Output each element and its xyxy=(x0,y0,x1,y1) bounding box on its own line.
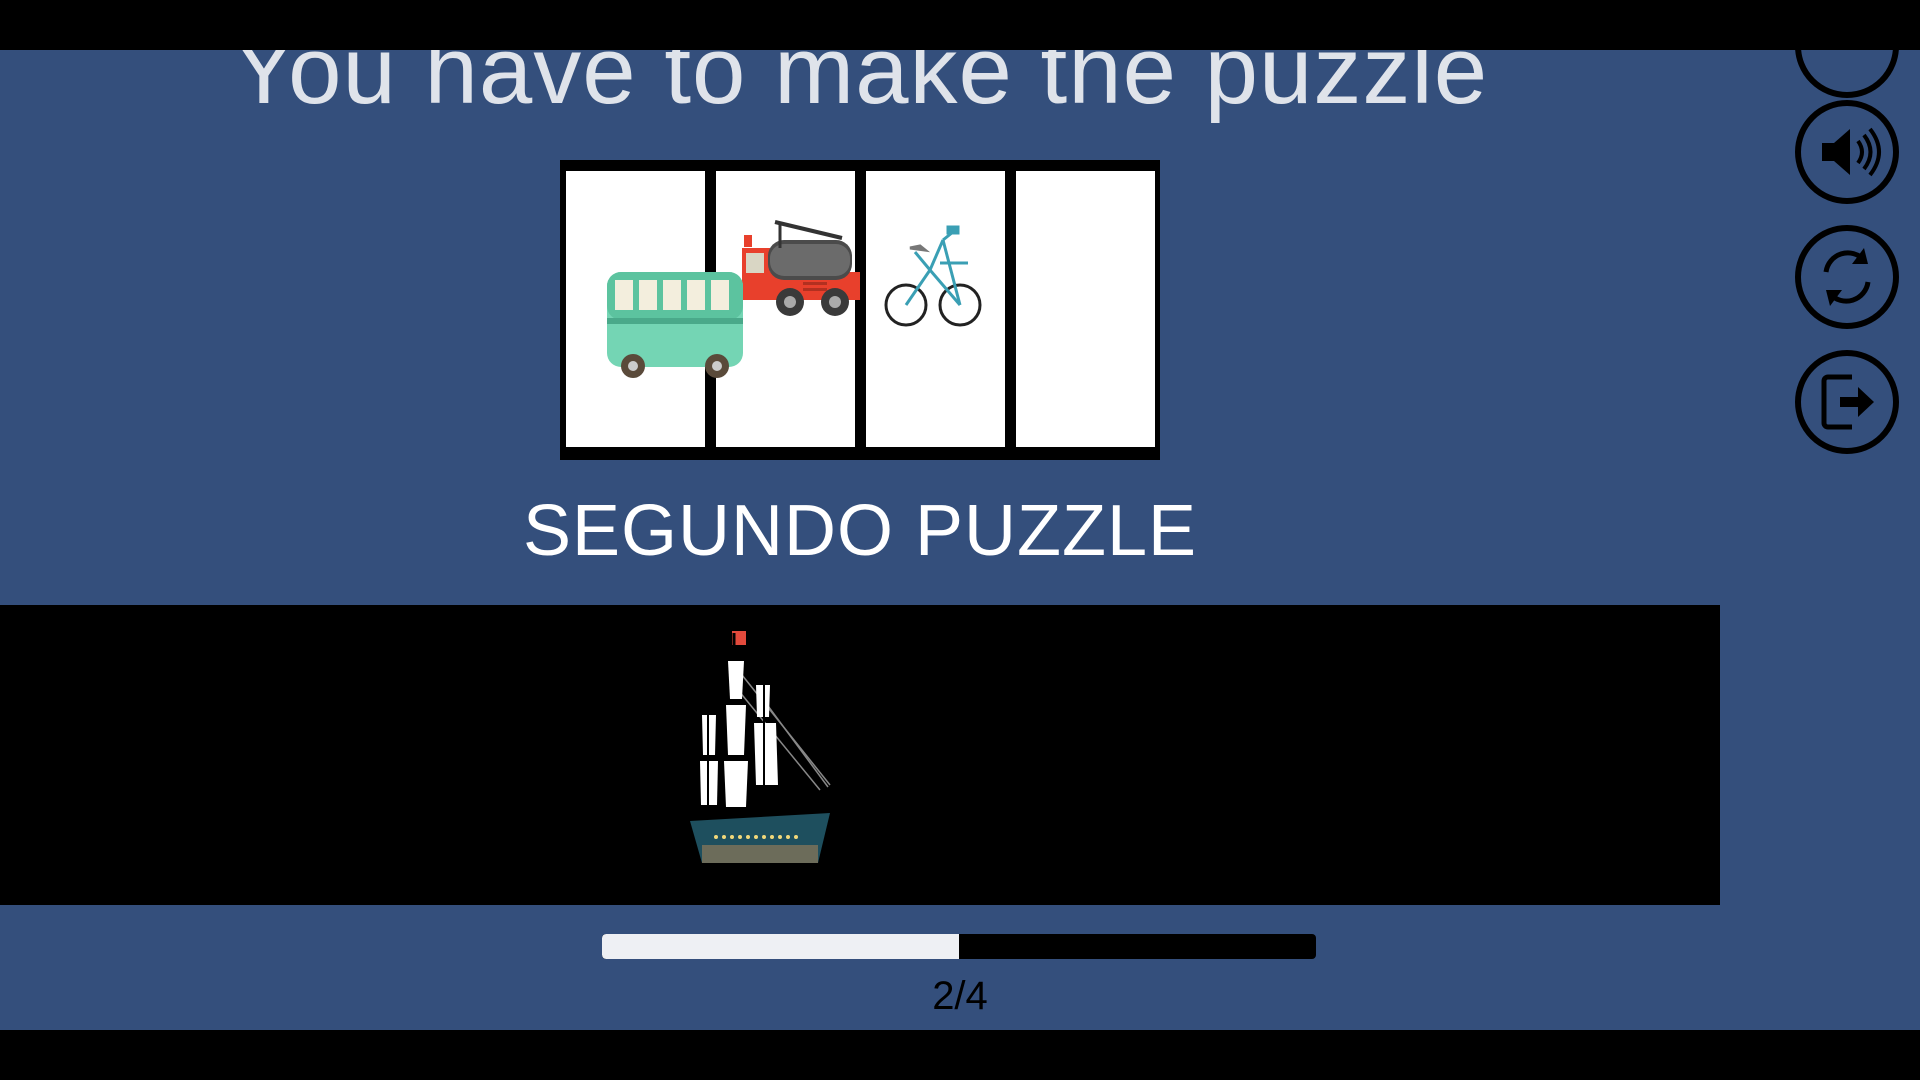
restart-button[interactable] xyxy=(1795,225,1899,329)
puzzle-title: SEGUNDO PUZZLE xyxy=(522,491,1198,571)
instruction-text: You have to make the puzzle xyxy=(231,50,1489,124)
sound-button[interactable] xyxy=(1795,100,1899,204)
progress-bar xyxy=(602,934,1316,959)
sailing-ship-piece[interactable] xyxy=(680,625,840,875)
exit-icon xyxy=(1821,374,1874,430)
hidden-top-icon xyxy=(1812,50,1882,81)
puzzle-slot-1[interactable] xyxy=(566,171,705,447)
letterbox-top xyxy=(0,0,1920,50)
restart-icon xyxy=(1823,248,1871,306)
puzzle-board xyxy=(560,160,1160,460)
puzzle-slot-3[interactable] xyxy=(866,171,1005,447)
progress-label: 2/4 xyxy=(932,974,988,1018)
letterbox-bottom xyxy=(0,1030,1920,1080)
game-stage: You have to make the puzzle SEGUNDO PUZZ… xyxy=(0,50,1920,1030)
pieces-tray xyxy=(0,605,1720,905)
puzzle-slot-4[interactable] xyxy=(1016,171,1155,447)
exit-button[interactable] xyxy=(1795,350,1899,454)
top-menu-button[interactable] xyxy=(1795,50,1899,98)
progress-bar-fill xyxy=(602,934,959,959)
puzzle-slot-2[interactable] xyxy=(716,171,855,447)
speaker-icon xyxy=(1822,127,1881,177)
